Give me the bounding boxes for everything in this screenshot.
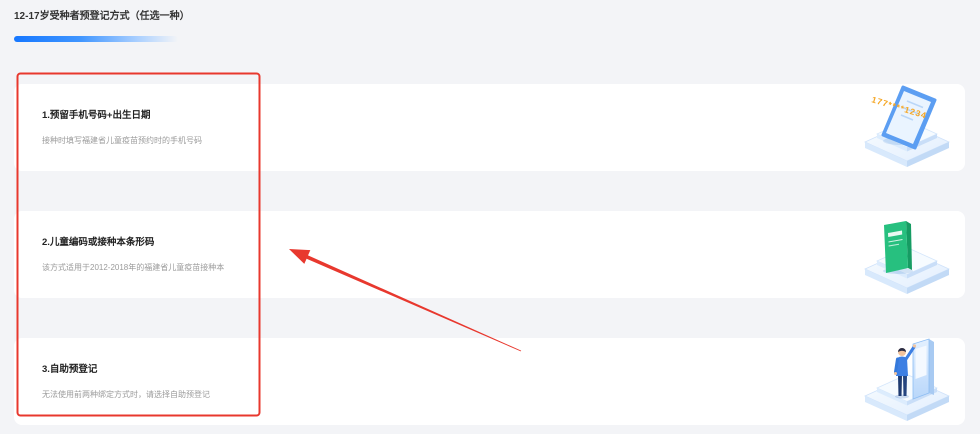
phone-number-illustration: 177****1234 bbox=[864, 85, 950, 167]
kiosk-display bbox=[915, 345, 927, 379]
vaccination-booklet-illustration bbox=[864, 221, 950, 294]
page-title: 12-17岁受种者预登记方式（任选一种） bbox=[14, 11, 190, 22]
option-self-registration[interactable]: 3.自助预登记 无法使用前两种绑定方式时，请选择自助预登记 bbox=[14, 338, 965, 425]
option-title: 1.预留手机号码+出生日期 bbox=[42, 110, 151, 121]
option-description: 该方式适用于2012-2018年的福建省儿童疫苗接种本 bbox=[42, 263, 225, 272]
kiosk-screen-icon bbox=[912, 338, 934, 400]
title-underline bbox=[14, 36, 178, 42]
option-phone-birthdate[interactable]: 1.预留手机号码+出生日期 接种时填写福建省儿童疫苗预约时的手机号码 177**… bbox=[14, 84, 965, 171]
person-leg bbox=[898, 375, 902, 396]
kiosk-side bbox=[929, 339, 934, 395]
person-leg bbox=[903, 375, 907, 396]
person-hand bbox=[894, 372, 897, 375]
option-description: 接种时填写福建省儿童疫苗预约时的手机号码 bbox=[42, 136, 202, 145]
registration-options-list: 1.预留手机号码+出生日期 接种时填写福建省儿童疫苗预约时的手机号码 177**… bbox=[14, 84, 965, 425]
person-arm bbox=[894, 357, 899, 374]
option-child-code-barcode[interactable]: 2.儿童编码或接种本条形码 该方式适用于2012-2018年的福建省儿童疫苗接种… bbox=[14, 211, 965, 298]
self-registration-kiosk-illustration bbox=[864, 338, 950, 421]
option-description: 无法使用前两种绑定方式时，请选择自助预登记 bbox=[42, 390, 210, 399]
person-shadow bbox=[895, 394, 909, 399]
option-title: 3.自助预登记 bbox=[42, 364, 98, 375]
booklet-cover bbox=[884, 221, 908, 273]
option-title: 2.儿童编码或接种本条形码 bbox=[42, 237, 155, 248]
person-hand bbox=[912, 344, 917, 348]
vaccination-booklet-icon bbox=[883, 221, 913, 274]
